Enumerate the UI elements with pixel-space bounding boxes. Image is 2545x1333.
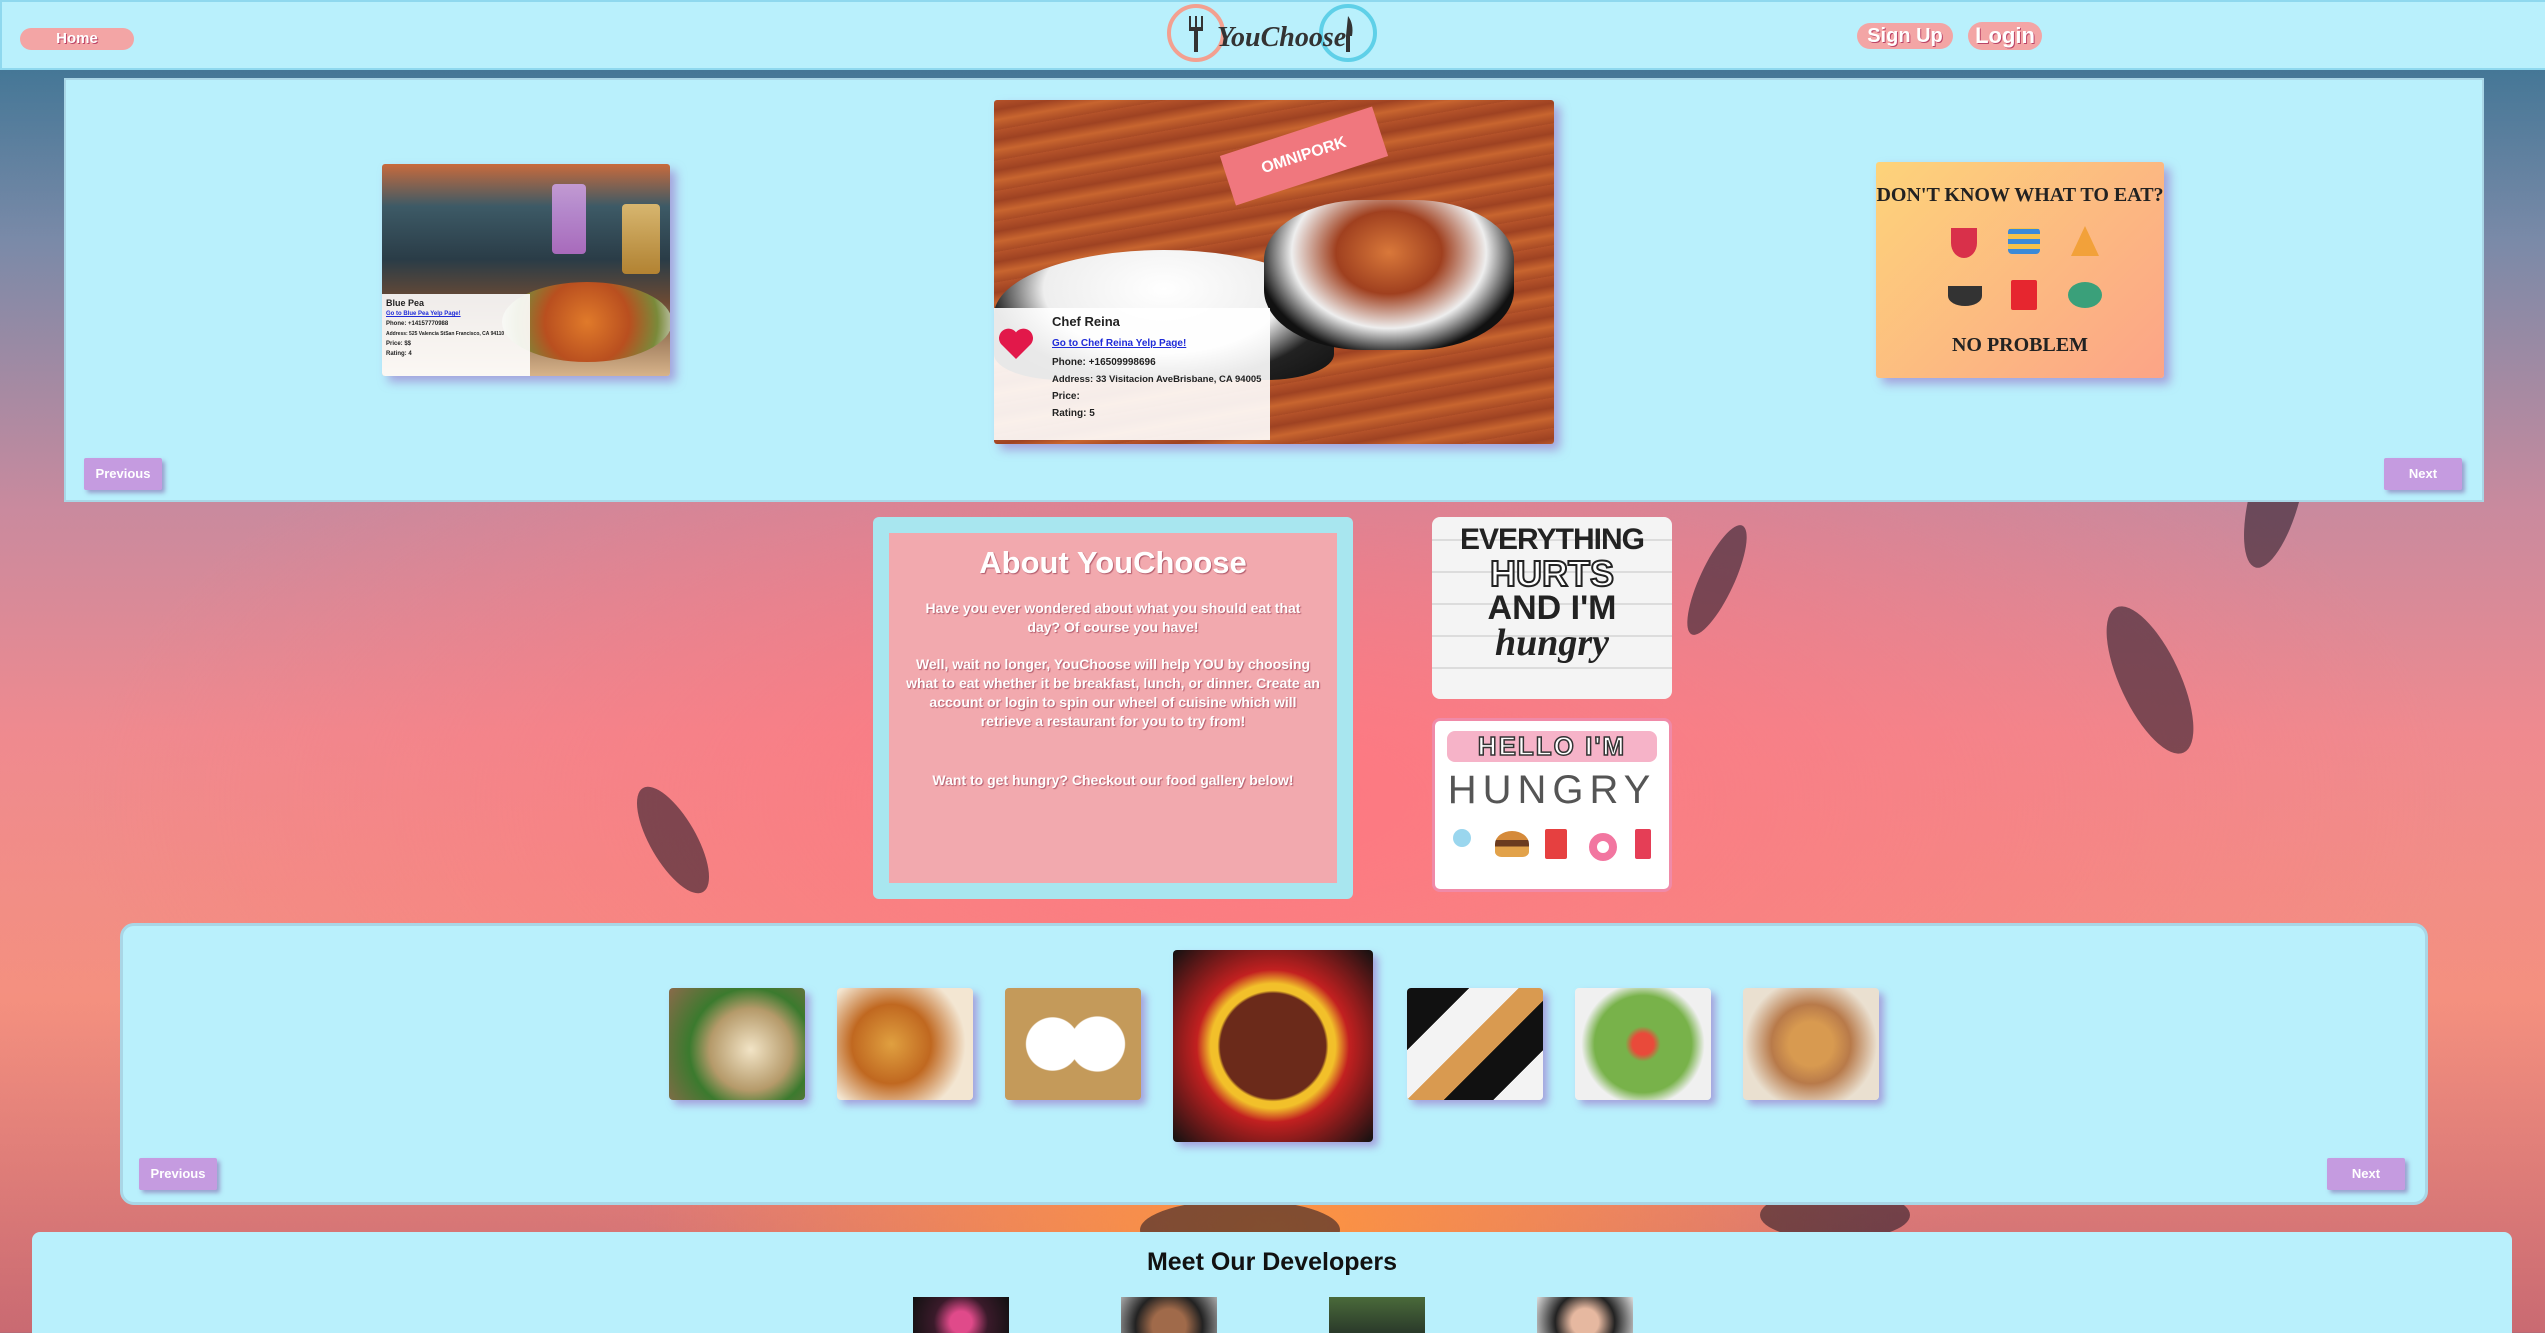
restaurant-rating: Rating: 5 — [1052, 408, 1095, 419]
gallery-thumb[interactable] — [1407, 988, 1543, 1100]
and-im-text: AND I'M — [1487, 589, 1617, 627]
restaurant-info: Chef Reina Go to Chef Reina Yelp Page! P… — [994, 308, 1270, 440]
about-card: About YouChoose Have you ever wondered a… — [889, 533, 1337, 883]
signup-button[interactable]: Sign Up — [1857, 23, 1953, 49]
about-title: About YouChoose — [979, 545, 1247, 580]
home-button[interactable]: Home — [20, 28, 134, 50]
yelp-link[interactable]: Go to Chef Reina Yelp Page! — [1052, 338, 1186, 349]
restaurant-name: Chef Reina — [1052, 314, 1120, 329]
developers-title: Meet Our Developers — [1146, 1248, 1398, 1276]
food-icons-grid — [1936, 222, 2106, 322]
fries-icon — [1545, 829, 1567, 859]
dont-know-headline: DON'T KNOW WHAT TO EAT? — [1876, 184, 2164, 206]
plant-silhouette — [623, 776, 723, 904]
restaurant-info: Blue Pea Go to Blue Pea Yelp Page! Phone… — [382, 294, 530, 376]
gallery-thumb[interactable] — [1575, 988, 1711, 1100]
restaurant-rating: Rating: 4 — [386, 351, 412, 357]
noodles-icon — [2008, 228, 2040, 254]
hurts-text: HURTS — [1489, 553, 1615, 594]
burger-icon — [1495, 831, 1529, 857]
bowl-icon — [1948, 286, 1982, 306]
everything-hurts-image: EVERYTHING HURTS AND I'M hungry — [1432, 517, 1672, 699]
plant-silhouette — [2089, 594, 2211, 766]
food-gallery: Previous Next — [120, 923, 2428, 1205]
restaurant-phone: Phone: +14157770988 — [386, 321, 449, 327]
drink-glass-graphic — [552, 184, 586, 254]
plant-silhouette — [1676, 518, 1758, 642]
developer-photo — [1537, 1297, 1633, 1333]
restaurant-card-center[interactable]: OMNIPORK Chef Reina Go to Chef Reina Yel… — [994, 100, 1554, 444]
hello-im-hungry-image: HELLO I'M HUNGRY — [1432, 718, 1672, 892]
developers-section: Meet Our Developers — [32, 1232, 2512, 1333]
drink-glass-graphic — [622, 204, 660, 274]
fork-icon — [1189, 16, 1203, 52]
food-icons-row — [1453, 829, 1653, 863]
heart-icon[interactable] — [996, 324, 1036, 364]
hungry-text: HUNGRY — [1447, 768, 1657, 812]
gallery-thumb[interactable] — [837, 988, 973, 1100]
pizza-icon — [2071, 226, 2099, 256]
yelp-link[interactable]: Go to Blue Pea Yelp Page! — [386, 311, 461, 317]
restaurant-address: Address: 525 Valencia StSan Francisco, C… — [386, 331, 505, 337]
gallery-thumb-featured[interactable] — [1173, 950, 1373, 1142]
dont-know-card[interactable]: DON'T KNOW WHAT TO EAT? NO PROBLEM — [1876, 162, 2164, 378]
donut-icon — [1589, 833, 1617, 861]
navbar: Home YouChoose Sign Up Login — [0, 0, 2545, 70]
youchoose-logo[interactable]: YouChoose — [1167, 4, 1382, 68]
restaurant-card-left[interactable]: Blue Pea Go to Blue Pea Yelp Page! Phone… — [382, 164, 670, 376]
carousel-previous-button[interactable]: Previous — [84, 458, 162, 490]
gallery-thumb[interactable] — [1743, 988, 1879, 1100]
gallery-previous-button[interactable]: Previous — [139, 1158, 217, 1190]
restaurant-carousel: Blue Pea Go to Blue Pea Yelp Page! Phone… — [64, 78, 2484, 502]
wine-icon — [1951, 228, 1977, 258]
developer-photo — [1329, 1297, 1425, 1333]
flag-text: OMNIPORK — [1259, 133, 1349, 178]
login-button[interactable]: Login — [1968, 22, 2042, 50]
gallery-thumb[interactable] — [669, 988, 805, 1100]
brand-name: YouChoose — [1217, 22, 1347, 53]
developer-photo — [913, 1297, 1009, 1333]
restaurant-name: Blue Pea — [386, 298, 425, 308]
about-paragraph-1: Have you ever wondered about what you sh… — [925, 600, 1301, 635]
fries-icon — [2011, 280, 2037, 310]
gallery-thumb[interactable] — [1005, 988, 1141, 1100]
gallery-next-button[interactable]: Next — [2327, 1158, 2405, 1190]
developer-photo — [1121, 1297, 1217, 1333]
restaurant-phone: Phone: +16509998696 — [1052, 357, 1156, 368]
restaurant-address: Address: 33 Visitacion AveBrisbane, CA 9… — [1052, 374, 1262, 385]
soda-icon — [1635, 829, 1651, 859]
restaurant-price: Price: — [1052, 391, 1080, 402]
restaurant-price: Price: $$ — [386, 341, 412, 347]
about-paragraph-2: Well, wait no longer, YouChoose will hel… — [906, 656, 1320, 729]
no-problem-text: NO PROBLEM — [1951, 334, 2089, 356]
about-section: About YouChoose Have you ever wondered a… — [873, 517, 1353, 899]
everything-text: EVERYTHING — [1460, 523, 1645, 556]
hello-im-text: HELLO I'M — [1447, 730, 1657, 762]
about-paragraph-3: Want to get hungry? Checkout our food ga… — [932, 772, 1294, 788]
rice-ball-graphic — [1264, 200, 1514, 350]
carousel-next-button[interactable]: Next — [2384, 458, 2462, 490]
hungry-script-text: hungry — [1494, 622, 1610, 664]
salad-icon — [2068, 282, 2102, 308]
ice-cream-icon — [1453, 829, 1471, 847]
